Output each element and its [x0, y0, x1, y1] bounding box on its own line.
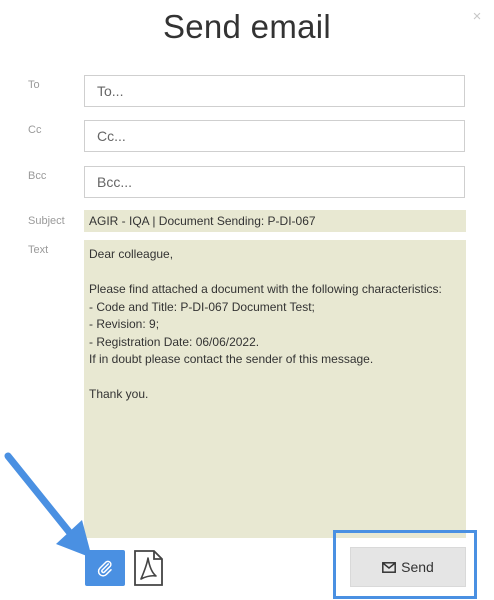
cc-field[interactable]: [84, 120, 465, 152]
bcc-label: Bcc: [28, 170, 47, 182]
send-button[interactable]: Send: [350, 547, 466, 587]
bcc-field[interactable]: [84, 166, 465, 198]
close-icon[interactable]: ×: [470, 9, 484, 24]
text-label: Text: [28, 244, 49, 256]
message-line: [89, 264, 461, 282]
subject-label: Subject: [28, 215, 65, 227]
cc-label: Cc: [28, 124, 42, 136]
message-line: - Revision: 9;: [89, 317, 160, 331]
message-line: Dear colleague,: [89, 247, 174, 261]
message-line: [89, 369, 461, 387]
dialog-title: Send email: [162, 8, 332, 45]
to-field[interactable]: [84, 75, 465, 107]
send-label: Send: [401, 559, 434, 575]
to-label: To: [28, 79, 40, 91]
paperclip-icon: [97, 560, 112, 577]
attach-button[interactable]: [85, 550, 125, 586]
message-text-area[interactable]: Dear colleague, Please find attached a d…: [84, 240, 466, 538]
pdf-file-icon[interactable]: [132, 550, 164, 586]
message-line: Thank you.: [89, 387, 149, 401]
message-line: Please find attached a document with the…: [89, 282, 442, 296]
envelope-icon: [382, 561, 397, 573]
subject-field[interactable]: AGIR - IQA | Document Sending: P-DI-067: [84, 210, 466, 232]
message-line: - Registration Date: 06/06/2022.: [89, 334, 260, 349]
message-line: If in doubt please contact the sender of…: [89, 352, 374, 366]
message-line: - Code and Title: P-DI-067 Document Test…: [89, 299, 315, 314]
